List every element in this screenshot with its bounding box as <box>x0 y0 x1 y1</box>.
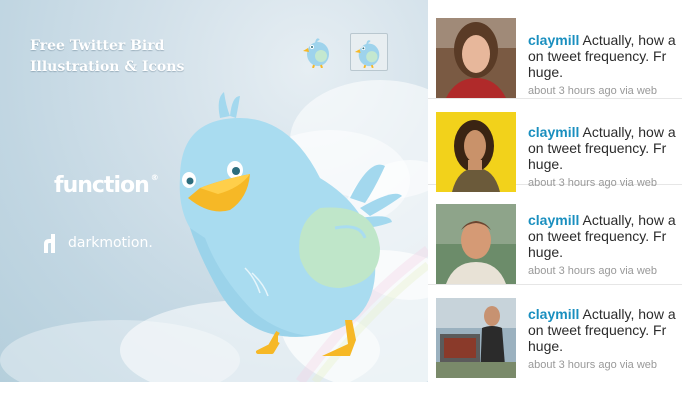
tweet-username[interactable]: claymill <box>528 212 579 228</box>
tweet-text: Actually, how a <box>579 124 676 140</box>
darkmotion-logo-text: darkmotion. <box>68 235 153 251</box>
hero-title-line1: Free Twitter Bird <box>30 38 165 54</box>
tweet-text-line3: huge. <box>528 244 564 260</box>
bird-icon-button-selected[interactable] <box>350 33 388 71</box>
twitter-bird-illustration <box>179 92 402 356</box>
tweet-timestamp[interactable]: about 3 hours ago via web <box>528 359 682 371</box>
tweet-username[interactable]: claymill <box>528 306 579 322</box>
tweet-text-line3: huge. <box>528 156 564 172</box>
avatar[interactable] <box>436 204 516 284</box>
tweet-feed: claymill Actually, how a on tweet freque… <box>428 0 682 390</box>
avatar[interactable] <box>436 298 516 378</box>
tweet-timestamp[interactable]: about 3 hours ago via web <box>528 265 682 277</box>
tweet-text-line1: claymill Actually, how a <box>528 306 682 322</box>
bird-icon <box>303 38 329 68</box>
function-logo[interactable]: function ® <box>54 173 159 198</box>
bird-icon <box>354 40 380 68</box>
tweet-item: claymill Actually, how a on tweet freque… <box>428 12 682 99</box>
tweet-timestamp[interactable]: about 3 hours ago via web <box>528 177 682 189</box>
tweet-item: claymill Actually, how a on tweet freque… <box>428 98 682 192</box>
tweet-text: Actually, how a <box>579 32 676 48</box>
user-photo-1 <box>436 18 516 98</box>
tweet-text-line1: claymill Actually, how a <box>528 212 682 228</box>
tweet-username[interactable]: claymill <box>528 32 579 48</box>
tweet-text-line2: on tweet frequency. Fr <box>528 228 667 244</box>
registered-mark: ® <box>150 173 159 182</box>
tweet-text-line3: huge. <box>528 64 564 80</box>
tweet-text: Actually, how a <box>579 212 676 228</box>
darkmotion-mark-icon <box>44 234 55 253</box>
tweet-item: claymill Actually, how a on tweet freque… <box>428 290 682 378</box>
tweet-text-line3: huge. <box>528 338 564 354</box>
tweet-timestamp[interactable]: about 3 hours ago via web <box>528 85 682 97</box>
darkmotion-logo[interactable]: darkmotion. <box>42 232 153 254</box>
tweet-text-line2: on tweet frequency. Fr <box>528 140 667 156</box>
tweet-text: Actually, how a <box>579 306 676 322</box>
user-photo-4 <box>436 298 516 378</box>
tweet-text-line2: on tweet frequency. Fr <box>528 322 667 338</box>
avatar[interactable] <box>436 18 516 98</box>
bird-icon-button-small[interactable] <box>299 32 337 70</box>
tweet-body: claymill Actually, how a on tweet freque… <box>528 306 682 371</box>
hero-title: Free Twitter Bird Illustration & Icons <box>30 36 184 78</box>
hero-title-line2: Illustration & Icons <box>30 59 185 75</box>
function-logo-text: function <box>54 173 150 198</box>
tweet-username[interactable]: claymill <box>528 124 579 140</box>
user-photo-2 <box>436 112 516 192</box>
tweet-body: claymill Actually, how a on tweet freque… <box>528 32 682 97</box>
avatar[interactable] <box>436 112 516 192</box>
tweet-body: claymill Actually, how a on tweet freque… <box>528 124 682 189</box>
tweet-text-line1: claymill Actually, how a <box>528 32 682 48</box>
tweet-item: claymill Actually, how a on tweet freque… <box>428 198 682 285</box>
tweet-text-line1: claymill Actually, how a <box>528 124 682 140</box>
hero-banner: Free Twitter Bird Illustration & Icons f… <box>0 0 428 382</box>
tweet-text-line2: on tweet frequency. Fr <box>528 48 667 64</box>
tweet-body: claymill Actually, how a on tweet freque… <box>528 212 682 277</box>
user-photo-3 <box>436 204 516 284</box>
